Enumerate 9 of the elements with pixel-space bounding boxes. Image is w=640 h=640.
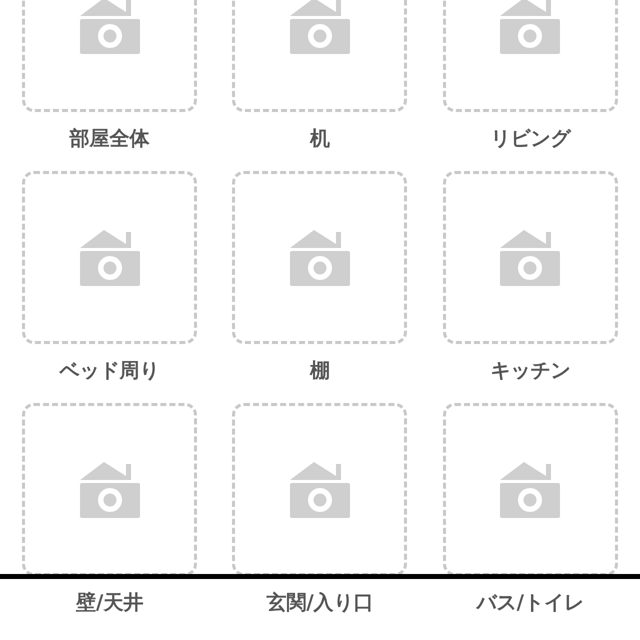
slot-label: ベッド周り [60,357,160,384]
slot-label: 棚 [310,357,330,384]
slot-label: 玄関/入り口 [266,589,374,616]
slot-label: リビング [490,125,570,152]
slot-label: バス/トイレ [476,589,584,616]
slot-label: 机 [310,125,330,152]
slot-label: 部屋全体 [70,125,150,152]
slot-label: キッチン [490,357,570,384]
slot-label: 壁/天井 [76,589,144,616]
